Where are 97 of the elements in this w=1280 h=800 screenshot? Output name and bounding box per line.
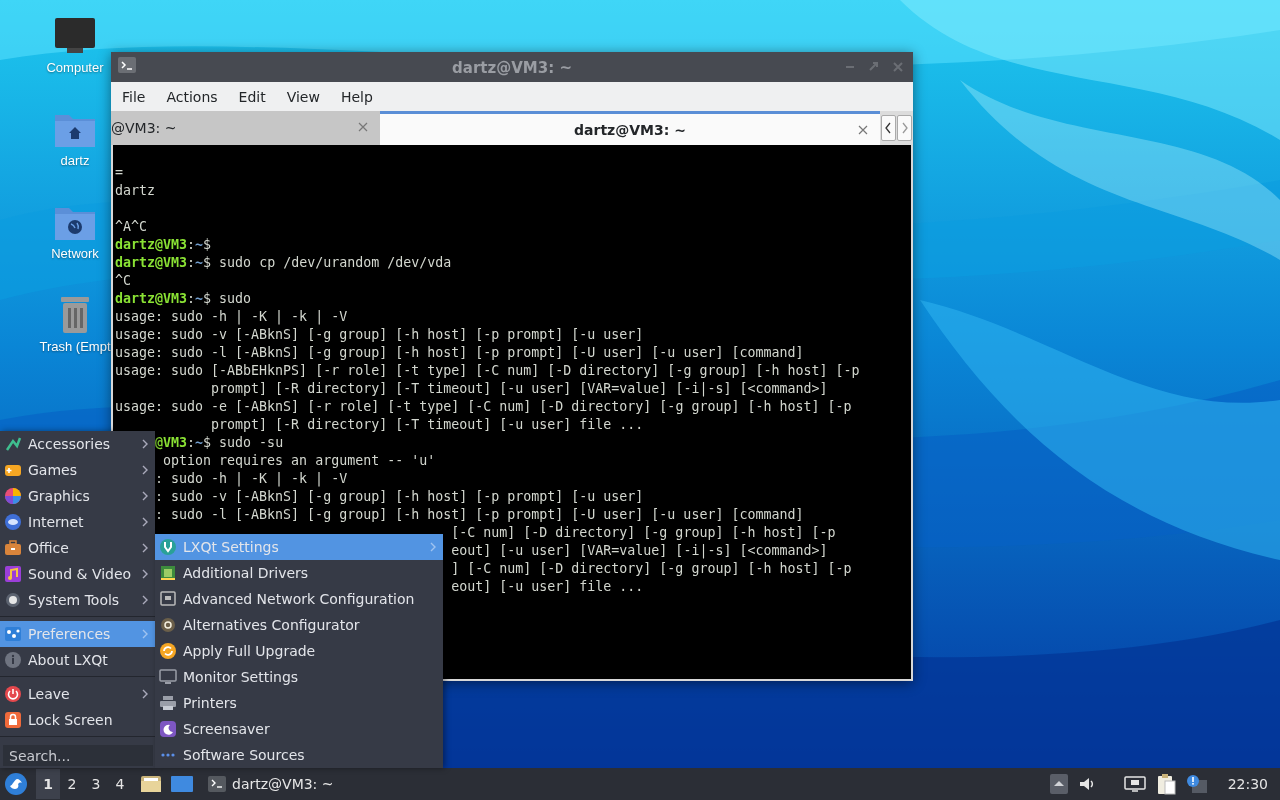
menu-item[interactable]: Monitor Settings <box>155 664 443 690</box>
taskbar-task[interactable]: dartz@VM3: ~ <box>202 769 340 799</box>
clipboard-icon[interactable] <box>1155 773 1176 795</box>
terminal-tab[interactable]: dartz@VM3: ~ <box>380 111 880 145</box>
menu-item[interactable]: Apply Full Upgrade <box>155 638 443 664</box>
close-icon[interactable] <box>358 122 368 132</box>
output-line: : sudo -h | -K | -k | -V <box>155 470 348 488</box>
menu-item[interactable]: Accessories <box>0 431 155 457</box>
output-line: ^A^C <box>115 218 148 236</box>
output-line: dartz <box>115 182 156 200</box>
moon-icon <box>159 720 177 738</box>
output-line: eout] [-u user] [VAR=value] [-i|-s] [<command>] <box>451 542 828 560</box>
music-note-icon <box>4 565 22 583</box>
padlock-icon <box>4 711 22 729</box>
prompt-line: dartz@VM3:~$ sudo cp /dev/urandom /dev/vda <box>115 254 452 272</box>
start-menu-icon[interactable] <box>4 772 28 796</box>
menu-item[interactable]: Advanced Network Configuration <box>155 586 443 612</box>
menu-item[interactable]: Screensaver <box>155 716 443 742</box>
chevron-right-icon <box>141 464 149 476</box>
chevron-right-icon <box>141 688 149 700</box>
network-port-icon <box>159 590 177 608</box>
menu-item[interactable]: Actions <box>157 85 227 108</box>
menu-item[interactable]: Sound & Video <box>0 561 155 587</box>
dots-icon <box>161 753 175 757</box>
globe-icon <box>4 513 22 531</box>
briefcase-icon <box>4 539 22 557</box>
menu-item[interactable]: Edit <box>229 85 275 108</box>
chevron-left-icon[interactable] <box>881 115 896 141</box>
ring-icon <box>159 616 177 634</box>
speaker-icon[interactable] <box>1077 775 1096 793</box>
chevron-right-icon <box>141 490 149 502</box>
show-desktop-icon[interactable] <box>170 774 194 794</box>
menu-item[interactable]: Internet <box>0 509 155 535</box>
prompt-line: dartz@VM3:~$ <box>115 236 212 254</box>
output-line: option requires an argument -- 'u' <box>163 452 436 470</box>
info-icon <box>4 651 22 669</box>
prompt-line: @VM3:~$ sudo -su <box>155 434 284 452</box>
power-icon <box>4 685 22 703</box>
output-line: = <box>115 164 123 182</box>
close-icon[interactable] <box>858 125 868 135</box>
gear-icon <box>4 591 22 609</box>
menu-item[interactable]: File <box>113 85 155 108</box>
menu-item[interactable]: About LXQt <box>0 647 155 673</box>
menu-item[interactable]: Help <box>331 85 382 108</box>
window-title: dartz@VM3: ~ <box>452 58 572 77</box>
menu-item[interactable]: Software Sources <box>155 742 443 768</box>
output-line: usage: sudo [-ABbEHknPS] [-r role] [-t type] [-C num] [-D directory] [-g group] [-h host] [-p <box>115 362 860 380</box>
chevron-right-icon <box>141 594 149 606</box>
chevron-right-icon <box>141 516 149 528</box>
clock[interactable]: 22:30 <box>1227 776 1268 792</box>
terminal-icon <box>117 56 137 74</box>
menu-item[interactable]: Games <box>0 457 155 483</box>
chevron-right-icon <box>141 568 149 580</box>
notification-icon[interactable] <box>1185 774 1208 794</box>
desktop-switcher-button[interactable]: 3 <box>84 769 108 799</box>
menu-item[interactable]: Leave <box>0 681 155 707</box>
output-line: usage: sudo -e [-ABknS] [-r role] [-t type] [-C num] [-D directory] [-g group] [-h host] [-p <box>115 398 852 416</box>
desktop-icon-label[interactable]: Trash (Empt <box>39 339 111 354</box>
network-icon[interactable] <box>1123 775 1146 793</box>
printer-icon <box>159 694 177 712</box>
dots-icon <box>4 625 22 643</box>
terminal-icon <box>208 776 226 792</box>
output-line: eout] [-u user] file ... <box>451 578 644 596</box>
output-line: usage: sudo -l [-ABknS] [-g group] [-h host] [-p prompt] [-U user] [-u user] [command] <box>115 344 804 362</box>
output-line: usage: sudo -h | -K | -k | -V <box>115 308 348 326</box>
prompt-line: dartz@VM3:~$ sudo <box>115 290 252 308</box>
search-field[interactable]: Search... <box>3 745 153 766</box>
menu-item[interactable]: Graphics <box>0 483 155 509</box>
menu-item[interactable]: Printers <box>155 690 443 716</box>
color-wheel-icon <box>4 487 22 505</box>
computer-icon[interactable] <box>53 16 97 56</box>
menu-item[interactable]: Lock Screen <box>0 707 155 733</box>
desktop-switcher-button[interactable]: 2 <box>60 769 84 799</box>
terminal-tab[interactable]: @VM3: ~ <box>111 111 380 145</box>
menu-item[interactable]: System Tools <box>0 587 155 613</box>
output-line: : sudo -l [-ABknS] [-g group] [-h host] [-p prompt] [-U user] [-u user] [command] <box>155 506 804 524</box>
output-line: prompt] [-R directory] [-T timeout] [-u user] file ... <box>211 416 644 434</box>
chevron-right-icon <box>141 438 149 450</box>
chip-icon <box>159 564 177 582</box>
menu-item[interactable]: Office <box>0 535 155 561</box>
desktop-switcher-button[interactable]: 1 <box>36 769 60 799</box>
output-line: : sudo -v [-ABknS] [-g group] [-h host] [-p prompt] [-u user] <box>155 488 644 506</box>
file-manager-icon[interactable] <box>140 774 162 794</box>
menu-item[interactable]: Additional Drivers <box>155 560 443 586</box>
output-line: ] [-C num] [-D directory] [-g group] [-h host] [-p <box>451 560 852 578</box>
output-line: usage: sudo -v [-ABknS] [-g group] [-h host] [-p prompt] [-u user] <box>115 326 644 344</box>
output-line: ^C <box>115 272 131 290</box>
chevron-right-icon <box>141 628 149 640</box>
desktop-switcher-button[interactable]: 4 <box>108 769 132 799</box>
menu-item[interactable]: Alternatives Configurator <box>155 612 443 638</box>
monitor-icon <box>159 668 177 686</box>
chevron-right-icon <box>429 541 437 553</box>
menu-item[interactable]: View <box>277 85 329 108</box>
output-line: [-C num] [-D directory] [-g group] [-h host] [-p <box>451 524 836 542</box>
chevron-right-icon <box>141 542 149 554</box>
output-line: prompt] [-R directory] [-T timeout] [-u user] [VAR=value] [-i|-s] [<command>] <box>211 380 828 398</box>
refresh-icon <box>159 642 177 660</box>
